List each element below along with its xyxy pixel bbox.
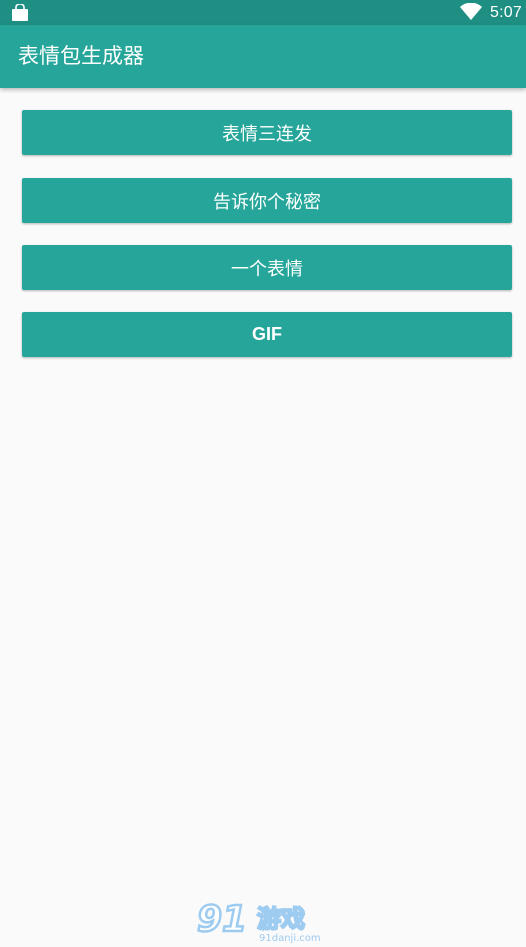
- single-emoji-button[interactable]: 一个表情: [22, 245, 512, 290]
- watermark-subtext: 91danji.com: [259, 933, 321, 944]
- watermark-logo: 91 游戏 91danji.com: [195, 893, 335, 945]
- status-bar: 5:07: [0, 0, 526, 25]
- status-time: 5:07: [490, 4, 522, 21]
- wifi-icon: [460, 2, 483, 24]
- emoji-triple-button[interactable]: 表情三连发: [22, 110, 512, 155]
- status-right: 5:07: [460, 2, 522, 24]
- app-bar: 表情包生成器: [0, 25, 526, 88]
- watermark-number: 91: [197, 899, 247, 940]
- shopping-bag-icon: [10, 3, 30, 21]
- gif-button[interactable]: GIF: [22, 312, 512, 357]
- tell-secret-button[interactable]: 告诉你个秘密: [22, 178, 512, 223]
- app-title: 表情包生成器: [18, 44, 144, 68]
- watermark-text: 游戏: [257, 905, 305, 933]
